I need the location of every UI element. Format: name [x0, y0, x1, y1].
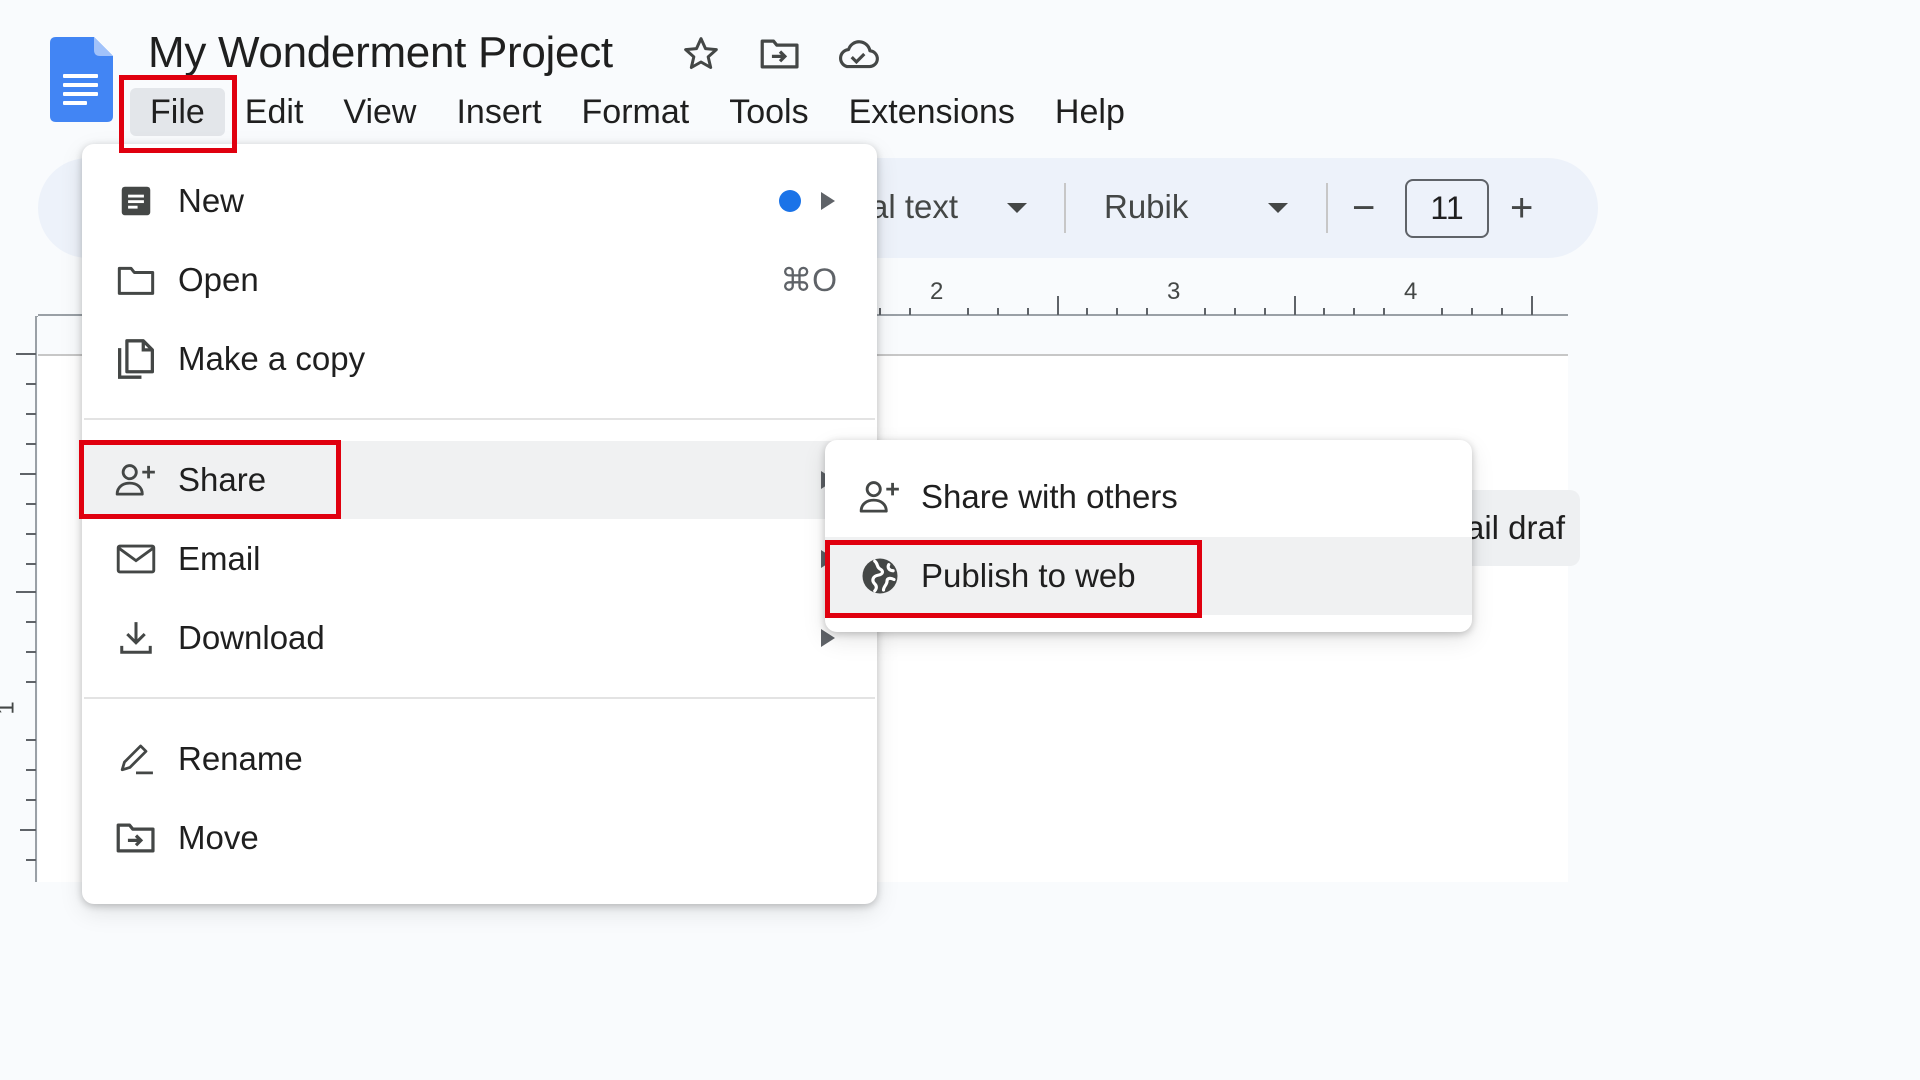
- menu-item-email[interactable]: Email: [82, 520, 877, 598]
- submenu-arrow-icon: [821, 192, 835, 210]
- share-submenu: Share with others Publish to web: [825, 440, 1472, 632]
- file-menu-dropdown: New Open ⌘O Make a copy Share Email Down…: [82, 144, 877, 904]
- rename-pencil-icon: [114, 737, 158, 781]
- menu-view[interactable]: View: [323, 88, 436, 136]
- menu-item-label: Open: [178, 261, 259, 298]
- move-to-folder-icon: [114, 816, 158, 860]
- menu-divider: [84, 418, 875, 420]
- menu-item-rename[interactable]: Rename: [82, 720, 877, 798]
- menu-item-label: New: [178, 182, 245, 219]
- menu-file[interactable]: File: [130, 88, 225, 136]
- vertical-ruler[interactable]: [0, 316, 38, 882]
- menu-item-label: Make a copy: [178, 340, 366, 377]
- new-document-icon: [114, 179, 158, 223]
- new-badge-dot: [779, 190, 801, 212]
- google-docs-icon[interactable]: [50, 37, 113, 122]
- ruler-label: 1: [0, 701, 21, 714]
- submenu-item-publish-to-web[interactable]: Publish to web: [825, 537, 1472, 615]
- submenu-arrow-icon: [821, 629, 835, 647]
- toolbar-divider: [1326, 183, 1328, 233]
- menu-item-label: Rename: [178, 740, 303, 777]
- menu-edit[interactable]: Edit: [225, 88, 324, 136]
- menu-bar: File Edit View Insert Format Tools Exten…: [130, 88, 1145, 136]
- copy-icon: [114, 337, 158, 381]
- ruler-label: 2: [930, 278, 944, 305]
- paragraph-style-dropdown[interactable]: al text: [870, 188, 958, 226]
- font-size-input[interactable]: 11: [1405, 179, 1489, 238]
- submenu-item-label: Share with others: [921, 478, 1178, 515]
- decrease-font-size-button[interactable]: −: [1352, 182, 1375, 234]
- menu-divider: [84, 697, 875, 699]
- move-to-folder-icon[interactable]: [758, 34, 802, 74]
- person-add-icon: [114, 458, 158, 502]
- folder-icon: [114, 258, 158, 302]
- menu-item-label: Share: [178, 461, 267, 498]
- increase-font-size-button[interactable]: +: [1510, 182, 1533, 234]
- globe-icon: [857, 553, 903, 599]
- menu-insert[interactable]: Insert: [436, 88, 561, 136]
- menu-help[interactable]: Help: [1035, 88, 1145, 136]
- ruler-label: 3: [1167, 278, 1181, 305]
- person-add-icon: [857, 474, 903, 520]
- menu-item-label: Move: [178, 819, 259, 856]
- menu-tools[interactable]: Tools: [709, 88, 828, 136]
- keyboard-shortcut: ⌘O: [780, 262, 837, 298]
- chevron-down-icon[interactable]: [1268, 203, 1288, 213]
- menu-item-label: Download: [178, 619, 325, 656]
- menu-item-move[interactable]: Move: [82, 799, 877, 877]
- menu-item-label: Email: [178, 540, 261, 577]
- font-family-dropdown[interactable]: Rubik: [1104, 188, 1188, 226]
- ruler-label: 4: [1404, 278, 1418, 305]
- chevron-down-icon[interactable]: [1007, 203, 1027, 213]
- menu-extensions[interactable]: Extensions: [829, 88, 1035, 136]
- menu-item-new[interactable]: New: [82, 162, 877, 240]
- menu-item-share[interactable]: Share: [82, 441, 877, 519]
- document-text-fragment[interactable]: ail draf: [1460, 490, 1580, 566]
- cloud-saved-icon[interactable]: [836, 34, 880, 74]
- download-icon: [114, 616, 158, 660]
- email-icon: [114, 537, 158, 581]
- submenu-item-share-with-others[interactable]: Share with others: [825, 458, 1472, 536]
- menu-format[interactable]: Format: [562, 88, 710, 136]
- submenu-item-label: Publish to web: [921, 557, 1136, 594]
- toolbar-divider: [1064, 183, 1066, 233]
- menu-item-open[interactable]: Open ⌘O: [82, 241, 877, 319]
- menu-item-make-a-copy[interactable]: Make a copy: [82, 320, 877, 398]
- menu-item-download[interactable]: Download: [82, 599, 877, 677]
- document-title[interactable]: My Wonderment Project: [148, 28, 613, 78]
- star-icon[interactable]: [679, 34, 723, 74]
